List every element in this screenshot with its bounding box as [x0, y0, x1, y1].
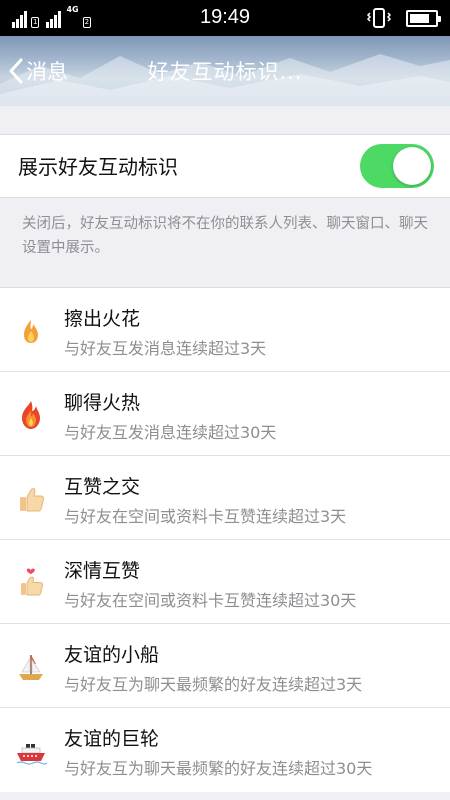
badge-list: 擦出火花 与好友互发消息连续超过3天 聊得火热 与好友互发消息连续超过30天 互… — [0, 287, 450, 792]
item-subtitle: 与好友互发消息连续超过3天 — [64, 339, 267, 358]
item-title: 互赞之交 — [64, 476, 141, 498]
toggle-label: 展示好友互动标识 — [18, 155, 178, 179]
list-item[interactable]: 擦出火花 与好友互发消息连续超过3天 — [0, 288, 450, 372]
switch-knob — [393, 147, 431, 185]
list-item[interactable]: 聊得火热 与好友互发消息连续超过30天 — [0, 372, 450, 456]
big-fire-icon — [22, 401, 40, 429]
item-subtitle: 与好友在空间或资料卡互赞连续超过30天 — [64, 591, 357, 610]
item-title: 擦出火花 — [64, 308, 141, 330]
list-item[interactable]: 友谊的小船 与好友互为聊天最频繁的好友连续超过3天 — [0, 624, 450, 708]
item-subtitle: 与好友互发消息连续超过30天 — [64, 423, 277, 442]
thumbs-up-heart-icon — [21, 568, 44, 596]
toggle-row: 展示好友互动标识 — [0, 134, 450, 198]
sailboat-icon — [19, 655, 43, 680]
vibrate-icon — [366, 8, 392, 28]
list-item[interactable]: 深情互赞 与好友在空间或资料卡互赞连续超过30天 — [0, 540, 450, 624]
item-title: 深情互赞 — [64, 560, 141, 582]
item-subtitle: 与好友互为聊天最频繁的好友连续超过3天 — [64, 675, 363, 694]
status-bar: 1 4G 2 19:49 — [0, 0, 450, 36]
cruise-ship-icon — [16, 744, 48, 765]
small-flame-icon — [24, 320, 38, 343]
item-subtitle: 与好友互为聊天最频繁的好友连续超过30天 — [64, 759, 373, 778]
item-title: 友谊的小船 — [64, 644, 160, 666]
battery-icon — [406, 9, 441, 27]
list-item[interactable]: 互赞之交 与好友在空间或资料卡互赞连续超过3天 — [0, 456, 450, 540]
thumbs-up-icon — [20, 488, 45, 512]
show-interaction-badges-switch[interactable] — [360, 144, 434, 188]
page-title: 好友互动标识... — [147, 60, 303, 84]
item-title: 友谊的巨轮 — [64, 728, 160, 750]
nav-bar: 消息 好友互动标识... — [0, 36, 450, 106]
list-item[interactable]: 友谊的巨轮 与好友互为聊天最频繁的好友连续超过30天 — [0, 708, 450, 792]
hint-text: 关闭后，好友互动标识将不在你的联系人列表、聊天窗口、聊天设置中展示。 — [22, 216, 428, 256]
item-title: 聊得火热 — [64, 392, 141, 414]
item-subtitle: 与好友在空间或资料卡互赞连续超过3天 — [64, 507, 347, 526]
